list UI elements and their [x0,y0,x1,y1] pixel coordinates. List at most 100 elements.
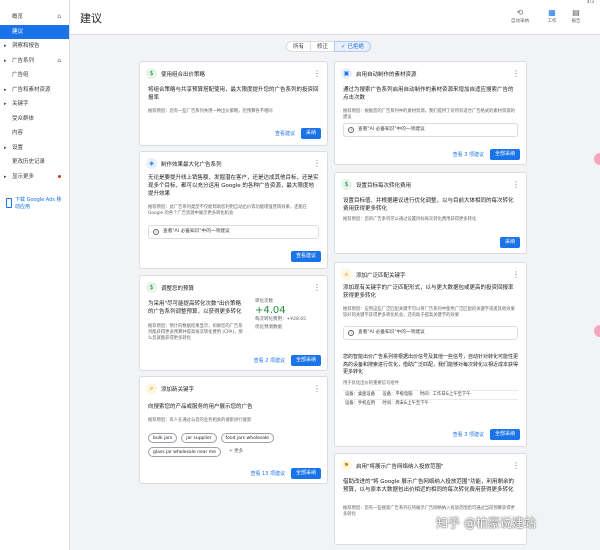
card-auto-assets: ▣ 启用自动制作的素材资源 ⋮ 通过为搜索广告系列启用自动制作的素材资源来增加自… [334,61,527,165]
expand-arrow-icon: ▸ [4,86,7,93]
kpi-note: 优化预测数据 [255,325,282,330]
sidebar-item-label: 设置 [12,144,24,151]
card-add-keywords: ⌕ 添加新关键字 ⋮ 向搜索您的产品或服务的用户展示您的广告 推荐原因：有人在通… [139,376,328,484]
kpi-cost: 每次转化费用：+¥28.65 [255,317,307,322]
sidebar-item-label: 概览 [12,14,24,20]
card-description: 将组合策略与共享预算搭配使用，最大限度提升您的广告系列的投资回报率 [148,87,319,101]
view-recommendations-link[interactable]: 查看 3 项建议 [453,151,484,158]
info-icon: i [153,229,159,235]
more-vert-icon[interactable]: ⋮ [313,158,321,169]
card-reason: 推荐原因：预计的数据结果显示，如果您的广告系列能获得更多预算并提高每次转化费用 … [148,324,243,341]
kpi-value: +4.04 [255,305,286,316]
signals-table: 设备：桌面设备 设备：平板电脑 时间：工作日&上午至下午 设备：手机应用 时间：… [343,390,518,408]
view-recommendations-link[interactable]: 查看 3 项建议 [453,431,484,438]
bidding-icon: $ [146,68,157,79]
sidebar-item-label: 建议 [12,28,24,35]
card-reason: 推荐原因：根据您的广告系列中的素材资源，我们提供了对所有适合广告格式的素材资源的… [343,109,515,120]
ai-essentials-tip[interactable]: i 查看"AI 必备知识"中的一项建议 [343,326,518,340]
history-icon: ⟲ [516,8,524,17]
sidebar-item-1[interactable]: 建议 [0,24,69,39]
floating-side-tab[interactable] [594,153,600,165]
keyword-chip[interactable]: bulk jars [148,433,178,443]
card-title: 添加新关键字 [161,387,195,393]
more-vert-icon[interactable]: ⋮ [313,282,321,293]
filter-dismissed[interactable]: ✓ 已拒绝 [334,41,371,52]
notification-dot [58,174,61,178]
smart-bidding-description: 您的智能出价广告系列将根据出价信号及其他一些信号，自动针对转化可能性更高的设备和… [343,354,519,375]
apply-all-button[interactable]: 全部采纳 [290,468,321,479]
sidebar-item-10[interactable]: 更改历史记录 [0,155,69,170]
more-vert-icon[interactable]: ⋮ [512,68,520,79]
sidebar-nav: 概览 ⌂ 建议 ▸ 洞察和报告 ▸ 广告系列 ⌂ 广告组 ▸ 广告和素材资源 ▸ 关键字 受众群体 内容 ▸ 设… [0,10,69,184]
sidebar-item-11[interactable]: ▸ 显示更多 [0,170,69,185]
home-icon: ⌂ [57,56,61,64]
info-icon: i [348,330,354,336]
more-keywords-link[interactable]: + 更多 [224,447,248,457]
more-vert-icon[interactable]: ⋮ [512,460,520,471]
card-reason: 推荐原因：应用这些广泛匹配关键字可以将广告系列中使用广泛匹配的关键字或者其他效果… [343,307,515,318]
sidebar-item-6[interactable]: ▸ 关键字 [0,97,69,112]
sidebar-item-label: 显示更多 [12,173,35,180]
card-title: 设置目标每次转化费用 [356,183,412,189]
keyword-chip[interactable]: food jars wholesale [220,433,274,443]
info-icon: i [348,127,354,133]
sidebar-item-label: 关键字 [12,101,29,107]
network-icon: ⚑ [341,460,352,471]
view-recommendations-link[interactable]: 查看 13 项建议 [250,470,285,477]
page-header: 建议 ⟲ 自动采纳 ▦ 工作 ▤ 报告 4/3 [70,0,600,35]
keyword-chip[interactable]: jar supplier [181,433,217,443]
apply-all-button[interactable]: 全部采纳 [290,355,321,366]
filter-fix[interactable]: 修正 [310,41,336,52]
sidebar-item-8[interactable]: 内容 [0,126,69,141]
apply-button[interactable]: 采纳 [499,237,520,248]
ai-essentials-tip[interactable]: i 查看"AI 必备知识"中的一项建议 [343,123,518,137]
search-icon: ⌕ [146,383,157,394]
card-reason: 推荐原因：有人在通过与您的业务相关的搜索进行搜索 [148,418,252,423]
campaign-icon: ◈ [146,158,157,169]
more-vert-icon[interactable]: ⋮ [313,383,321,394]
card-title: 启用自动制作的素材资源 [356,72,417,78]
card-reason: 推荐原因：您的广告系列可以通过设置目标每次转化费用获得更多转化 [343,217,477,222]
card-adjust-budget: $ 调整您的预算 ⋮ 为采用"尽可能提高转化次数"出价策略的广告系列调整预算，以… [139,275,328,371]
sidebar-item-7[interactable]: 受众群体 [0,112,69,127]
sidebar-item-label: 洞察和报告 [12,43,40,49]
sidebar-item-label: 受众群体 [12,115,35,122]
sidebar-item-label: 广告系列 [12,57,35,64]
floating-side-tab[interactable] [594,325,600,337]
sidebar-item-4[interactable]: 广告组 [0,68,69,83]
ai-essentials-tip[interactable]: i 查看"AI 必备知识"中的一项建议 [148,225,319,239]
work-button[interactable]: ▦ 工作 [540,8,564,24]
card-broad-match-keywords: ⌕ 添加广泛匹配关键字 ⋮ 添加现有关键字的广泛匹配形式，以与更大数据包或更高的… [334,262,527,447]
card-title: 调整您的预算 [161,286,195,292]
filter-all[interactable]: 所有 [286,41,312,52]
assets-icon: ▣ [341,68,352,79]
sidebar-item-5[interactable]: ▸ 广告和素材资源 [0,83,69,98]
apply-button[interactable]: 采纳 [300,128,321,139]
sidebar-item-9[interactable]: ▸ 设置 [0,141,69,156]
card-title: 制作效果最大化广告系列 [161,162,222,168]
view-recommendation-button[interactable]: 查看建议 [290,251,321,262]
view-recommendation-link[interactable]: 查看建议 [275,130,295,137]
promo-text: 下载 Google Ads 移动应用 [15,197,62,210]
auto-apply-button[interactable]: ⟲ 自动采纳 [508,8,532,24]
keyword-chip[interactable]: glass jar wholesale near me [148,447,221,457]
sidebar-item-0[interactable]: 概览 ⌂ [0,10,69,25]
watermark: 知乎 @柏豪说建站 [436,516,536,530]
card-pmax-campaign: ◈ 制作效果最大化广告系列 ⋮ 无论是要提升线上销售额、发掘潜在客户，还是达成其… [139,151,328,269]
apply-all-button[interactable]: 全部采纳 [489,429,520,440]
card-description: 通过为搜索广告系列启用自动制作的素材资源来增加自适应搜索广告的点击次数 [343,87,514,101]
sidebar-item-3[interactable]: ▸ 广告系列 ⌂ [0,54,69,69]
card-description: 向搜索您的产品或服务的用户展示您的广告 [148,404,253,410]
more-vert-icon[interactable]: ⋮ [512,179,520,190]
expand-arrow-icon: ▸ [4,144,7,151]
report-button[interactable]: ▤ 报告 [564,8,588,24]
budget-icon: $ [146,282,157,293]
mobile-app-promo[interactable]: 下载 Google Ads 移动应用 [4,197,66,211]
apply-all-button[interactable]: 全部采纳 [489,149,520,160]
more-vert-icon[interactable]: ⋮ [313,68,321,79]
more-vert-icon[interactable]: ⋮ [512,269,520,280]
status-filters: 所有 修正 ✓ 已拒绝 [286,41,371,53]
signals-row: 设备：桌面设备 设备：平板电脑 时间：工作日&上午至下午 [343,390,518,399]
sidebar-item-2[interactable]: ▸ 洞察和报告 [0,39,69,54]
view-recommendations-link[interactable]: 查看 2 项建议 [254,357,285,364]
